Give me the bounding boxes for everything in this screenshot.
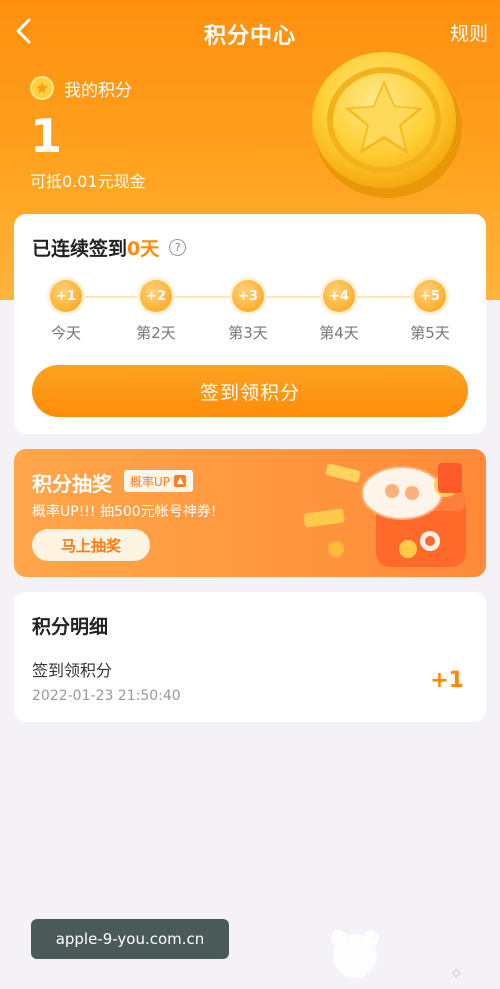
streak-row: 已连续签到 0天 ? [32,234,187,261]
checkin-day-3: +3 第3天 [218,280,278,343]
lottery-banner[interactable]: 积分抽奖 概率UP ▲ 概率UP!!! 抽500元帐号神券! 马上抽奖 [14,449,486,577]
lottery-title: 积分抽奖 [32,472,112,496]
day-reward: +3 [232,280,264,312]
lottery-subtitle: 概率UP!!! 抽500元帐号神券! [32,504,217,520]
points-cash-equivalent: 可抵0.01元现金 [30,172,146,191]
checkin-card: 已连续签到 0天 ? +1 今天 +2 第2天 +3 第3天 +4 第4天 +5… [14,214,486,434]
day-label: 第5天 [410,324,450,342]
points-label-row: 我的积分 [30,74,132,102]
draw-now-button[interactable]: 马上抽奖 [32,529,150,561]
checkin-day-4: +4 第4天 [309,280,369,343]
rate-up-badge: 概率UP ▲ [124,470,194,492]
arrow-up-icon: ▲ [174,475,187,487]
streak-days: 0天 [127,238,160,260]
day-reward: +2 [140,280,172,312]
rules-link[interactable]: 规则 [450,19,488,46]
checkin-day-1: +1 今天 [36,280,96,343]
day-label: 第4天 [319,324,359,342]
help-icon[interactable]: ? [169,239,187,256]
day-reward: +5 [414,280,446,312]
points-label: 我的积分 [64,80,132,101]
day-label: 今天 [50,324,81,342]
record-points: +1 [430,668,464,693]
streak-label: 已连续签到 [32,238,128,260]
mascot-icon [331,930,379,978]
day-label: 第2天 [136,324,176,342]
points-detail-card: 积分明细 签到领积分 2022-01-23 21:50:40 +1 [14,592,486,722]
gold-coin-icon [312,52,462,198]
gift-box-icon [303,463,466,567]
checkin-day-5: +5 第5天 [400,280,460,343]
day-reward: +4 [323,280,355,312]
checkin-day-2: +2 第2天 [126,280,186,343]
corner-logo: ◇ [452,966,461,979]
day-label: 第3天 [228,324,268,342]
rate-up-text: 概率UP [130,474,171,489]
record-timestamp: 2022-01-23 21:50:40 [32,688,181,704]
day-reward: +1 [50,280,82,312]
points-value: 1 [30,109,63,163]
watermark-label: apple-9-you.com.cn [31,919,229,959]
points-detail-title: 积分明细 [32,616,109,638]
record-title: 签到领积分 [32,661,113,680]
checkin-button[interactable]: 签到领积分 [32,365,468,417]
star-icon [30,76,54,100]
